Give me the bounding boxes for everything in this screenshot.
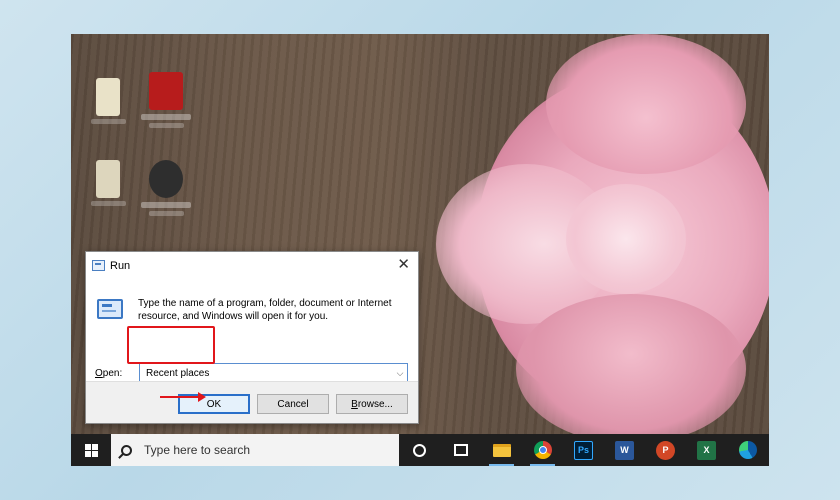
windows-logo-icon — [84, 443, 98, 457]
desktop-icon-label — [148, 123, 184, 128]
chrome-button[interactable] — [522, 434, 563, 466]
open-label-text: pen: — [102, 368, 123, 379]
desktop-icon-label — [90, 119, 126, 124]
chevron-down-icon[interactable]: ⌵ — [393, 368, 407, 379]
edge-icon — [738, 441, 757, 459]
file-icon — [96, 78, 120, 116]
open-label: Open: — [95, 368, 122, 379]
cortana-icon — [413, 443, 426, 457]
powerpoint-button[interactable]: P — [645, 434, 686, 466]
annotation-arrow-icon — [160, 392, 206, 402]
dialog-title: Run — [110, 259, 131, 272]
folder-icon — [492, 443, 511, 457]
file-explorer-button[interactable] — [481, 434, 522, 466]
photoshop-icon: Ps — [574, 440, 593, 460]
desktop-icon-label — [141, 114, 191, 120]
browse-label: rowse... — [357, 398, 393, 410]
run-footer: OK Cancel Browse... — [86, 381, 418, 423]
open-input[interactable]: Recent places — [140, 368, 393, 379]
app-icon — [149, 72, 183, 110]
cortana-button[interactable] — [399, 434, 440, 466]
word-icon: W — [615, 440, 634, 460]
desktop-icon-label — [141, 202, 191, 208]
start-button[interactable] — [71, 434, 111, 466]
run-titlebar[interactable]: Run ✕ — [86, 252, 418, 279]
open-label-accesskey: O — [95, 368, 103, 379]
run-icon — [92, 260, 105, 271]
task-view-button[interactable] — [440, 434, 481, 466]
desktop-icon-app[interactable] — [141, 160, 191, 230]
desktop-icon-file[interactable] — [83, 78, 133, 148]
search-icon — [121, 444, 132, 456]
chrome-icon — [533, 441, 552, 459]
desktop-icon-file[interactable] — [83, 160, 133, 230]
excel-button[interactable]: X — [686, 434, 727, 466]
cancel-button[interactable]: Cancel — [257, 394, 329, 414]
powerpoint-icon: P — [656, 440, 675, 460]
close-icon[interactable]: ✕ — [397, 257, 410, 272]
excel-icon: X — [697, 440, 716, 460]
desktop-icon-label — [90, 201, 126, 206]
run-program-icon — [97, 299, 123, 319]
browse-accesskey: B — [351, 398, 358, 410]
taskbar: Type here to search Ps W P X — [71, 434, 769, 466]
run-description: Type the name of a program, folder, docu… — [138, 298, 392, 322]
file-icon — [96, 160, 120, 198]
task-view-icon — [453, 444, 468, 456]
open-combobox[interactable]: Recent places ⌵ — [139, 363, 408, 383]
peony-wallpaper — [416, 34, 769, 444]
desktop-icon-label — [148, 211, 184, 216]
taskbar-search[interactable]: Type here to search — [111, 434, 399, 466]
photoshop-button[interactable]: Ps — [563, 434, 604, 466]
desktop-icon-app[interactable] — [141, 72, 191, 142]
edge-button[interactable] — [727, 434, 768, 466]
browse-button[interactable]: Browse... — [336, 394, 408, 414]
search-placeholder: Type here to search — [144, 443, 251, 457]
word-button[interactable]: W — [604, 434, 645, 466]
annotation-highlight-box — [127, 326, 215, 364]
app-icon — [149, 160, 183, 198]
